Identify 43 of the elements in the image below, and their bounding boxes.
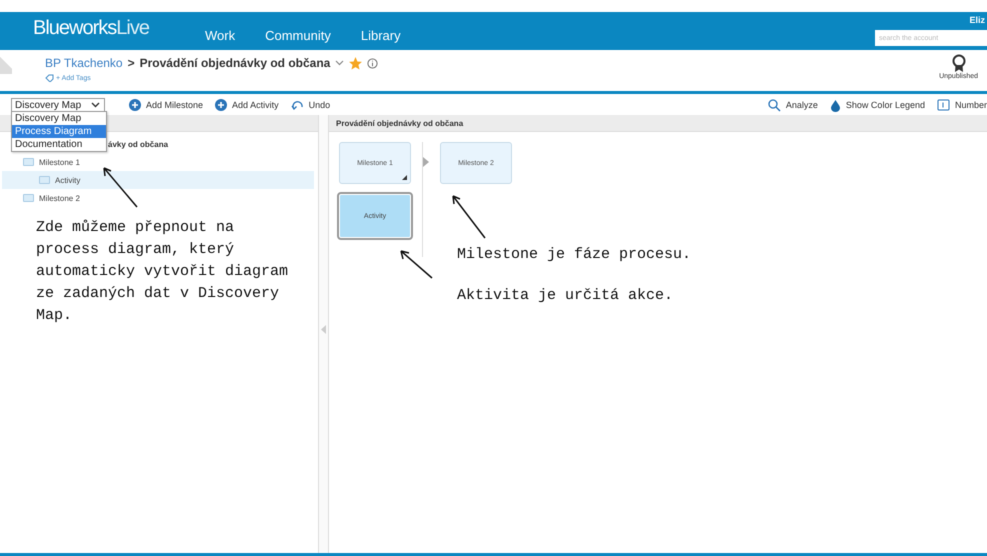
toolbar-button[interactable]: Add Milestone bbox=[129, 99, 204, 111]
info-icon[interactable] bbox=[367, 58, 378, 68]
annotation-text: Milestone je fáze procesu. bbox=[457, 245, 692, 265]
toolbar-button[interactable]: Undo bbox=[290, 100, 330, 110]
toolbar-button[interactable]: Add Activity bbox=[215, 99, 279, 111]
nav-link[interactable]: Community bbox=[265, 28, 331, 42]
tag-icon bbox=[45, 74, 54, 82]
logo[interactable]: BlueworksLive bbox=[33, 16, 205, 40]
breadcrumb-link[interactable]: BP Tkachenko bbox=[45, 56, 123, 70]
dropdown-option[interactable]: Process Diagram bbox=[12, 125, 106, 138]
annotation-text: Aktivita je určitá akce. bbox=[457, 286, 674, 306]
tree-item[interactable]: Activity bbox=[2, 171, 314, 189]
annotation-arrow bbox=[452, 195, 486, 239]
expand-corner-icon[interactable] bbox=[402, 175, 407, 180]
nav-link[interactable]: Library bbox=[360, 28, 401, 42]
tree-item[interactable]: Milestone 2 bbox=[2, 189, 314, 207]
tree-item[interactable]: Milestone 1 bbox=[2, 153, 314, 171]
toolbar-button[interactable]: Show Color Legend bbox=[830, 98, 925, 112]
breadcrumb-separator: > bbox=[128, 56, 135, 70]
plus-circle-icon bbox=[129, 99, 141, 111]
annotation-arrow bbox=[400, 250, 433, 279]
tree-root-label[interactable]: ávky od občana bbox=[108, 140, 168, 148]
arrow-icon bbox=[423, 157, 429, 167]
undo-icon bbox=[290, 100, 304, 110]
number-icon bbox=[936, 99, 950, 111]
plus-circle-icon bbox=[215, 99, 228, 111]
annotation-arrow bbox=[103, 167, 138, 208]
drop-icon bbox=[830, 98, 841, 112]
dropdown-option[interactable]: Documentation bbox=[12, 138, 106, 151]
ribbon-icon bbox=[952, 54, 966, 73]
toolbar-button[interactable]: Number bbox=[936, 99, 987, 111]
collapse-handle-icon[interactable] bbox=[321, 324, 326, 334]
process-title: Provádění objednávky od občana bbox=[140, 56, 330, 70]
diagram-title: Provádění objednávky od občana bbox=[329, 115, 987, 132]
toolbar-button[interactable]: Analyze bbox=[768, 98, 818, 112]
star-icon[interactable] bbox=[349, 56, 362, 70]
nav-link[interactable]: Work bbox=[205, 28, 236, 42]
search-icon bbox=[768, 98, 781, 112]
chevron-down-icon bbox=[91, 102, 100, 108]
user-name[interactable]: Eliz bbox=[969, 15, 985, 25]
dropdown-option[interactable]: Discovery Map bbox=[12, 112, 106, 125]
chevron-down-icon[interactable] bbox=[335, 60, 344, 66]
annotation-text: Zde můžeme přepnout na process diagram, který automaticky vytvořit diagram ze zadaných dat v Discovery Map. bbox=[36, 218, 290, 326]
